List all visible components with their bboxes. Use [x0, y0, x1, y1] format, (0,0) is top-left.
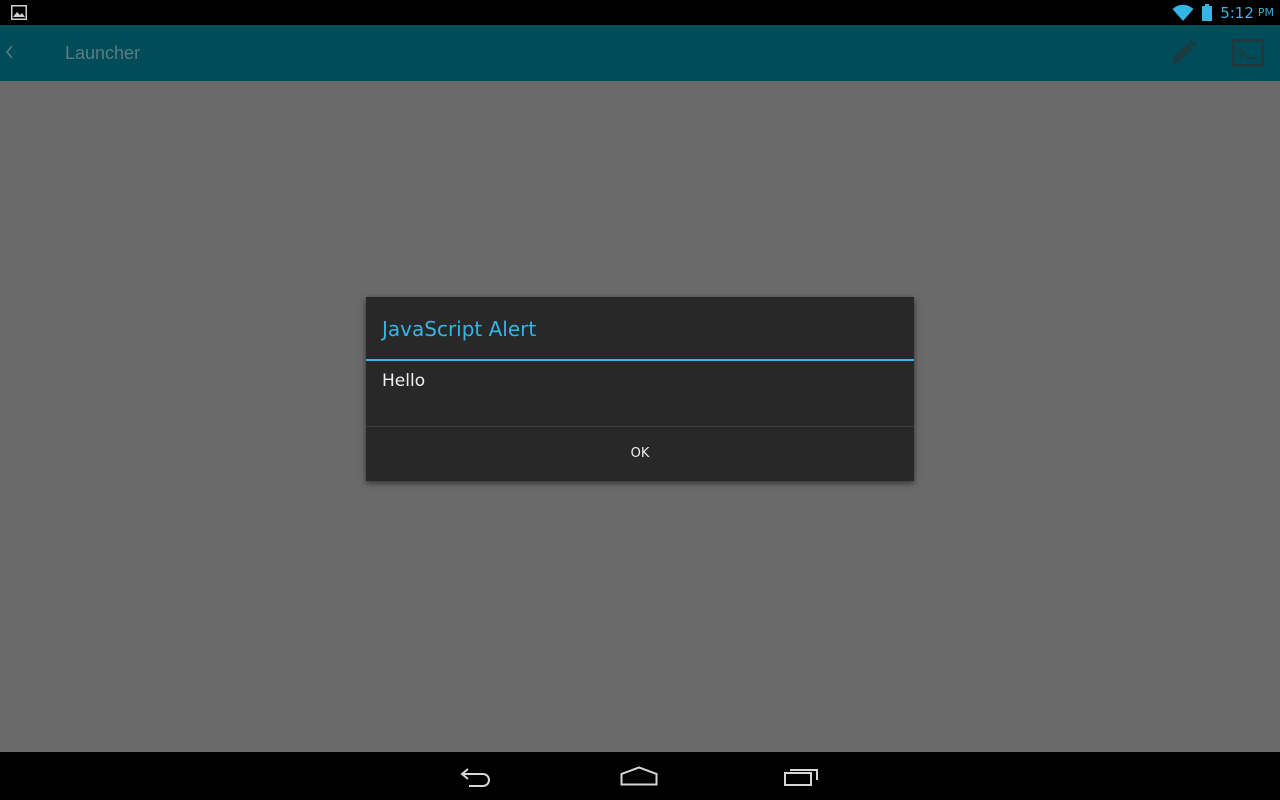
battery-icon [1202, 4, 1213, 21]
javascript-alert-dialog: JavaScript Alert Hello OK [366, 297, 914, 481]
dialog-title-divider [366, 359, 914, 361]
image-icon [11, 5, 27, 20]
clock-ampm: PM [1257, 6, 1274, 19]
terminal-icon[interactable] [1232, 39, 1264, 67]
clock-time: 5:12 [1220, 3, 1254, 22]
nav-recents-button[interactable] [762, 752, 842, 800]
dialog-title: JavaScript Alert [382, 317, 537, 341]
dialog-message: Hello [382, 371, 426, 391]
wifi-icon [1172, 4, 1194, 21]
back-icon [460, 768, 490, 787]
nav-back-button[interactable] [437, 752, 517, 800]
home-icon [620, 766, 658, 786]
navigation-bar [0, 752, 1280, 800]
action-bar: Launcher [0, 25, 1280, 81]
recents-icon [784, 769, 818, 786]
status-bar: 5:12 PM [0, 0, 1280, 25]
action-bar-title[interactable]: Launcher [65, 25, 140, 81]
ok-button[interactable]: OK [366, 427, 914, 481]
nav-home-button[interactable] [599, 752, 679, 800]
pencil-icon[interactable] [1168, 38, 1198, 68]
status-right: 5:12 PM [1172, 0, 1274, 25]
chevron-left-icon[interactable] [4, 42, 14, 62]
